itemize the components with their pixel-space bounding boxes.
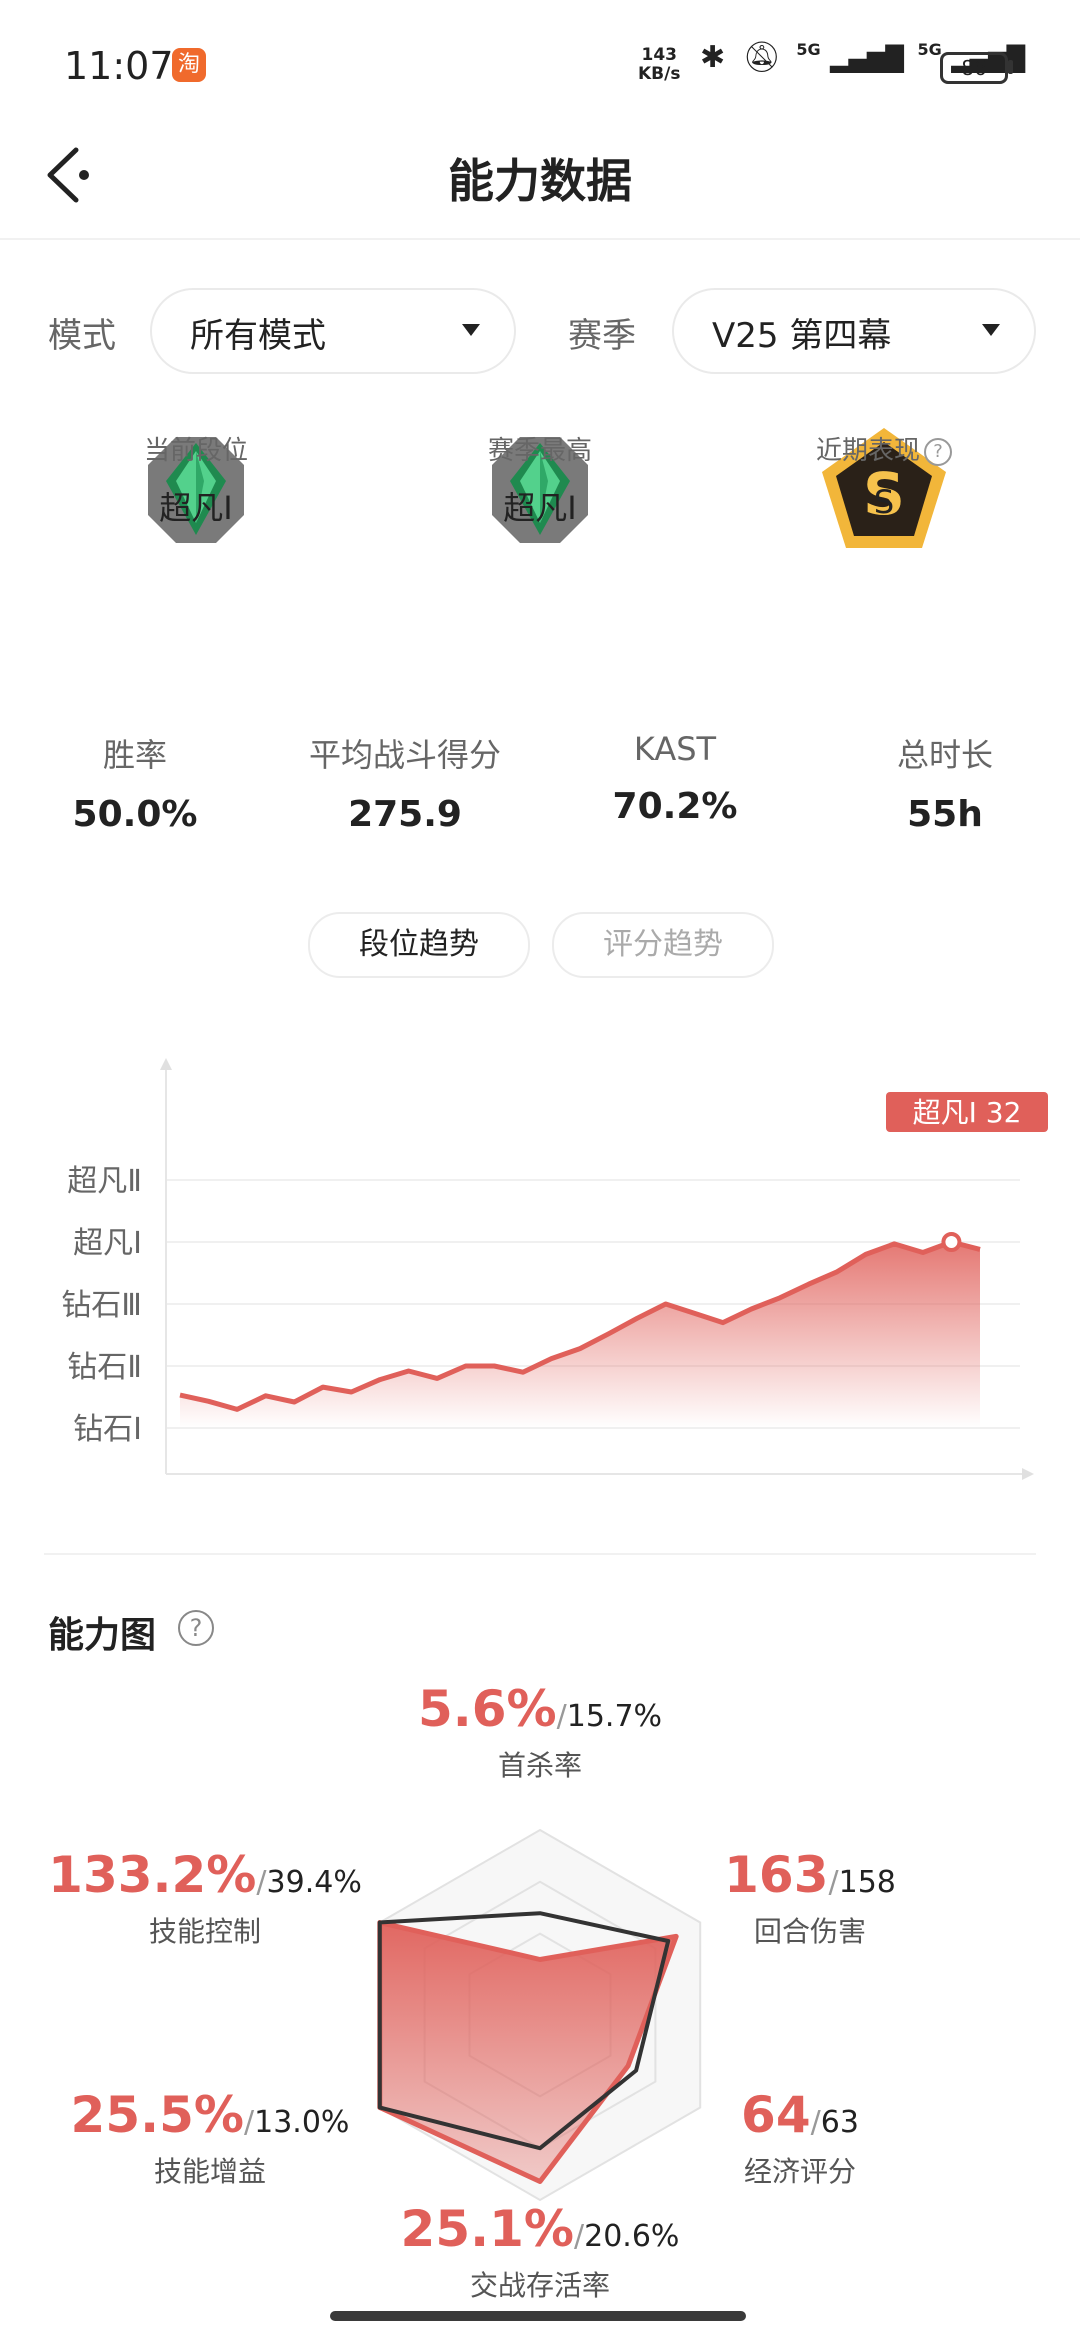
current-rank: 当前段位 超凡Ⅰ	[46, 430, 346, 529]
metric-label: 技能控制	[148, 1915, 261, 1948]
header-divider	[0, 238, 1080, 240]
stat-label: KAST	[633, 730, 717, 768]
metric-label: 回合伤害	[753, 1915, 866, 1948]
mode-label: 模式	[48, 316, 116, 356]
metric-value: 25.5%	[70, 2086, 245, 2144]
metric-skill-buff: 25.5%/13.0% 技能增益	[60, 2086, 360, 2190]
season-best: 赛季最高 超凡Ⅰ	[390, 430, 690, 529]
recent-performance-label: 近期表现?	[734, 430, 1034, 467]
recent-performance-label-text: 近期表现	[815, 436, 920, 466]
taobao-app-icon: 淘	[172, 48, 206, 82]
metric-separator: /	[574, 2219, 585, 2254]
metric-separator: /	[256, 1865, 267, 1900]
season-label: 赛季	[568, 316, 636, 356]
rank-trend-chart: 钻石Ⅰ 钻石Ⅱ 钻石Ⅲ 超凡Ⅰ 超凡Ⅱ 超凡Ⅰ 32	[61, 1058, 1048, 1480]
current-rank-label: 当前段位	[143, 436, 248, 466]
current-rank-tag-text: 超凡Ⅰ 32	[913, 1096, 1022, 1129]
stat-value: 275.9	[348, 794, 462, 835]
network-type-2: 5G	[917, 40, 942, 59]
metric-economy: 64/63 经济评分	[700, 2086, 900, 2190]
season-best-value: 超凡Ⅰ	[503, 489, 577, 527]
metric-value: 25.1%	[400, 2200, 575, 2258]
metric-label: 交战存活率	[469, 2269, 610, 2302]
metric-value: 163	[724, 1846, 829, 1904]
tab-score-trend[interactable]: 评分趋势	[552, 912, 774, 978]
status-time: 11:07	[64, 44, 174, 88]
metric-label: 经济评分	[743, 2155, 856, 2188]
y-tick-label: 钻石Ⅰ	[73, 1412, 142, 1447]
metric-value: 5.6%	[417, 1680, 557, 1738]
current-rank-value: 超凡Ⅰ	[159, 489, 233, 527]
network-speed-unit: KB/s	[638, 64, 681, 84]
season-select-value: V25 第四幕	[712, 316, 892, 356]
x-axis-arrow-icon	[1022, 1468, 1034, 1480]
metric-round-damage: 163/158 回合伤害	[700, 1846, 920, 1950]
season-best-label: 赛季最高	[487, 436, 592, 466]
chart-ticks: 钻石Ⅰ 钻石Ⅱ 钻石Ⅲ 超凡Ⅰ 超凡Ⅱ	[61, 1164, 142, 1447]
tab-rank-trend[interactable]: 段位趋势	[308, 912, 530, 978]
metric-baseline: 39.4%	[266, 1865, 362, 1900]
battery-tip	[1008, 60, 1013, 74]
ability-radar-chart	[377, 1828, 702, 2202]
current-point-marker	[941, 1232, 962, 1252]
help-icon[interactable]: ?	[924, 437, 952, 466]
metric-survival: 25.1%/20.6% 交战存活率	[380, 2200, 700, 2304]
page-title: 能力数据	[448, 154, 632, 208]
stat-label: 总时长	[896, 736, 993, 774]
y-tick-label: 超凡Ⅰ	[73, 1226, 142, 1261]
network-speed-value: 143	[641, 45, 677, 65]
recent-performance: 近期表现? S	[734, 430, 1034, 521]
recent-performance-value: S	[873, 483, 895, 521]
stat-kast: KAST 70.2%	[540, 730, 810, 827]
home-indicator[interactable]	[330, 2311, 746, 2321]
dropdown-arrow-icon	[462, 324, 480, 336]
mute-bell-icon: 🔕︎	[742, 40, 781, 75]
stat-winrate: 胜率 50.0%	[0, 730, 270, 835]
bluetooth-icon: ✱	[700, 40, 726, 75]
dropdown-arrow-icon	[982, 324, 1000, 336]
y-tick-label: 钻石Ⅱ	[67, 1350, 142, 1385]
ability-title: 能力图	[48, 1615, 157, 1656]
battery-icon: 86	[940, 52, 1008, 84]
y-tick-label: 超凡Ⅱ	[67, 1164, 142, 1199]
y-tick-label: 钻石Ⅲ	[61, 1288, 142, 1323]
metric-separator: /	[828, 1865, 839, 1900]
metric-separator: /	[810, 2105, 821, 2140]
stat-label: 平均战斗得分	[308, 736, 501, 774]
section-divider	[44, 1553, 1036, 1555]
metric-label: 首杀率	[497, 1749, 582, 1782]
stat-label: 胜率	[102, 736, 167, 774]
stat-avg-score: 平均战斗得分 275.9	[270, 730, 540, 835]
metric-separator: /	[244, 2105, 255, 2140]
metric-baseline: 158	[838, 1865, 896, 1900]
mode-select[interactable]: 所有模式	[150, 288, 516, 374]
y-axis-arrow-icon	[160, 1058, 172, 1070]
stat-value: 50.0%	[72, 794, 198, 835]
metric-baseline: 15.7%	[566, 1699, 663, 1734]
metric-separator: /	[556, 1699, 567, 1734]
stat-value: 55h	[907, 794, 983, 835]
metric-baseline: 20.6%	[584, 2219, 680, 2254]
metric-baseline: 63	[820, 2105, 859, 2140]
metric-value: 64	[741, 2086, 811, 2144]
metric-label: 技能增益	[153, 2155, 266, 2188]
network-type-1: 5G	[796, 40, 821, 59]
metric-value: 133.2%	[48, 1846, 257, 1904]
network-speed: 143 KB/s	[638, 46, 680, 84]
help-icon[interactable]: ?	[178, 1610, 214, 1646]
metric-first-kill: 5.6%/15.7% 首杀率	[380, 1680, 700, 1784]
stat-total-time: 总时长 55h	[810, 730, 1080, 835]
metric-baseline: 13.0%	[254, 2105, 350, 2140]
signal-icon-1: ▂▄▆█	[830, 45, 904, 73]
mode-select-value: 所有模式	[190, 316, 326, 356]
season-select[interactable]: V25 第四幕	[672, 288, 1036, 374]
stat-value: 70.2%	[612, 786, 738, 827]
metric-skill-control: 133.2%/39.4% 技能控制	[40, 1846, 370, 1950]
